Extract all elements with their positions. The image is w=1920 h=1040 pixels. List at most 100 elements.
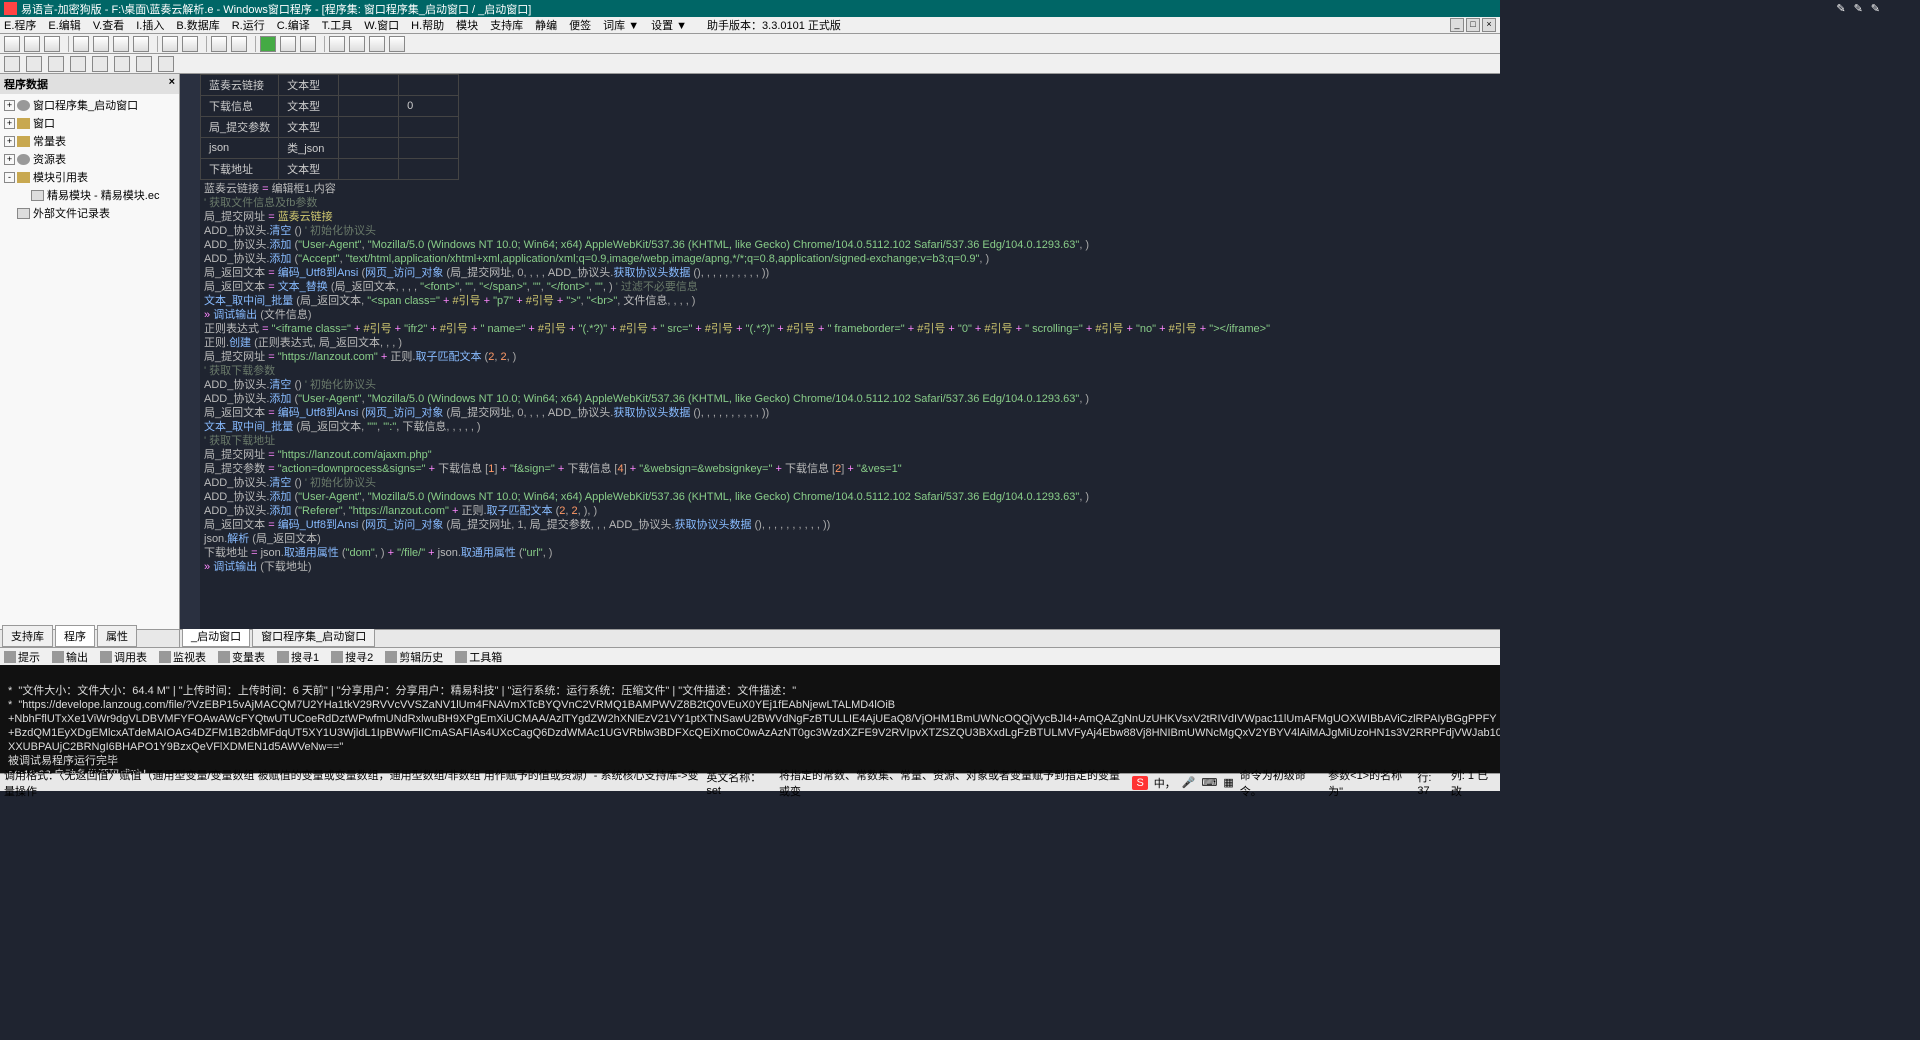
menu-item[interactable]: B.数据库 xyxy=(176,17,219,33)
output-tab[interactable]: 搜寻2 xyxy=(331,649,373,665)
run-icon[interactable] xyxy=(260,36,276,52)
tool-icon[interactable] xyxy=(158,56,174,72)
sidebar-tab[interactable]: 支持库 xyxy=(2,625,53,647)
code-line[interactable]: ADD_协议头.清空 () ' 初始化协议头 xyxy=(200,224,1500,238)
code-line[interactable]: 文本_取中间_批量 (局_返回文本, "'", "':", 下载信息, , , … xyxy=(200,420,1500,434)
tool-icon[interactable] xyxy=(26,56,42,72)
code-line[interactable]: 正则.创建 (正则表达式, 局_返回文本, , , ) xyxy=(200,336,1500,350)
code-line[interactable]: 局_提交参数 = "action=downprocess&signs=" + 下… xyxy=(200,462,1500,476)
code-line[interactable]: 局_提交网址 = "https://lanzout.com" + 正则.取子匹配… xyxy=(200,350,1500,364)
code-line[interactable]: 局_提交网址 = 蓝奏云链接 xyxy=(200,210,1500,224)
undo-icon[interactable] xyxy=(162,36,178,52)
menu-item[interactable]: 模块 xyxy=(456,17,478,33)
save-icon[interactable] xyxy=(44,36,60,52)
output-panel[interactable]: * "文件大小：文件大小：64.4 M" | "上传时间：上传时间：6 天前" … xyxy=(0,665,1500,773)
open-file-icon[interactable] xyxy=(24,36,40,52)
code-line[interactable]: » 调试输出 (文件信息) xyxy=(200,308,1500,322)
code-line[interactable]: 蓝奏云链接 = 编辑框1.内容 xyxy=(200,182,1500,196)
output-tab[interactable]: 工具箱 xyxy=(455,649,502,665)
menu-item[interactable]: H.帮助 xyxy=(411,17,444,33)
code-line[interactable]: ' 获取下载地址 xyxy=(200,434,1500,448)
tree-node[interactable]: +资源表 xyxy=(4,150,175,168)
paste-icon[interactable] xyxy=(113,36,129,52)
menu-item[interactable]: 设置 ▼ xyxy=(651,17,687,33)
sidebar-tab[interactable]: 属性 xyxy=(97,625,137,647)
tree-node[interactable]: 外部文件记录表 xyxy=(4,204,175,222)
code-body[interactable]: 蓝奏云链接 = 编辑框1.内容' 获取文件信息及fb参数局_提交网址 = 蓝奏云… xyxy=(200,180,1500,576)
tree-node[interactable]: +窗口 xyxy=(4,114,175,132)
new-file-icon[interactable] xyxy=(4,36,20,52)
pencil-icon[interactable]: ✎ xyxy=(1871,2,1880,15)
sidebar-tab[interactable]: 程序 xyxy=(55,625,95,647)
pencil-icon[interactable]: ✎ xyxy=(1836,2,1845,15)
project-tree[interactable]: +窗口程序集_启动窗口+窗口+常量表+资源表-模块引用表精易模块 - 精易模块.… xyxy=(0,94,179,224)
code-line[interactable]: 局_返回文本 = 文本_替换 (局_返回文本, , , , "<font>", … xyxy=(200,280,1500,294)
menu-item[interactable]: I.插入 xyxy=(136,17,164,33)
code-editor[interactable]: 蓝奏云链接文本型下载信息文本型0局_提交参数文本型json类_json下载地址文… xyxy=(180,74,1500,629)
tree-node[interactable]: +常量表 xyxy=(4,132,175,150)
step-into-icon[interactable] xyxy=(349,36,365,52)
output-tab[interactable]: 监视表 xyxy=(159,649,206,665)
mic-icon[interactable]: 🎤 xyxy=(1182,776,1196,789)
code-line[interactable]: json.解析 (局_返回文本) xyxy=(200,532,1500,546)
code-line[interactable]: ADD_协议头.添加 ("Accept", "text/html,applica… xyxy=(200,252,1500,266)
step-icon[interactable] xyxy=(329,36,345,52)
var-row[interactable]: 蓝奏云链接文本型 xyxy=(201,75,459,96)
output-tab[interactable]: 搜寻1 xyxy=(277,649,319,665)
menu-item[interactable]: 词库 ▼ xyxy=(603,17,639,33)
var-row[interactable]: json类_json xyxy=(201,138,459,159)
code-line[interactable]: ADD_协议头.添加 ("User-Agent", "Mozilla/5.0 (… xyxy=(200,490,1500,504)
grid-icon[interactable]: ▦ xyxy=(1223,776,1233,789)
keyboard-icon[interactable]: ⌨ xyxy=(1201,776,1217,789)
tool-icon[interactable] xyxy=(136,56,152,72)
tree-node[interactable]: +窗口程序集_启动窗口 xyxy=(4,96,175,114)
menu-item[interactable]: E.程序 xyxy=(4,17,36,33)
code-line[interactable]: 局_返回文本 = 编码_Utf8到Ansi (网页_访问_对象 (局_提交网址,… xyxy=(200,406,1500,420)
menu-item[interactable]: V.查看 xyxy=(93,17,124,33)
pause-icon[interactable] xyxy=(280,36,296,52)
tool-icon[interactable] xyxy=(92,56,108,72)
code-line[interactable]: ADD_协议头.添加 ("User-Agent", "Mozilla/5.0 (… xyxy=(200,238,1500,252)
breakpoint-icon[interactable] xyxy=(389,36,405,52)
tool-icon[interactable] xyxy=(114,56,130,72)
var-row[interactable]: 局_提交参数文本型 xyxy=(201,117,459,138)
menu-item[interactable]: W.窗口 xyxy=(364,17,399,33)
tree-expander-icon[interactable]: + xyxy=(4,136,15,147)
tree-expander-icon[interactable]: + xyxy=(4,154,15,165)
code-line[interactable]: 局_返回文本 = 编码_Utf8到Ansi (网页_访问_对象 (局_提交网址,… xyxy=(200,518,1500,532)
redo-icon[interactable] xyxy=(182,36,198,52)
code-line[interactable]: » 调试输出 (下载地址) xyxy=(200,560,1500,574)
step-out-icon[interactable] xyxy=(369,36,385,52)
menu-item[interactable]: C.编译 xyxy=(277,17,310,33)
output-tab[interactable]: 调用表 xyxy=(100,649,147,665)
tool-icon[interactable] xyxy=(70,56,86,72)
code-line[interactable]: ADD_协议头.添加 ("User-Agent", "Mozilla/5.0 (… xyxy=(200,392,1500,406)
code-line[interactable]: ADD_协议头.清空 () ' 初始化协议头 xyxy=(200,378,1500,392)
menu-item[interactable]: R.运行 xyxy=(232,17,265,33)
tree-expander-icon[interactable]: + xyxy=(4,118,15,129)
ime-indicator[interactable]: S xyxy=(1132,776,1147,790)
code-line[interactable]: ADD_协议头.清空 () ' 初始化协议头 xyxy=(200,476,1500,490)
copy-icon[interactable] xyxy=(93,36,109,52)
output-tab[interactable]: 输出 xyxy=(52,649,88,665)
tree-expander-icon[interactable]: + xyxy=(4,100,15,111)
code-line[interactable]: 局_提交网址 = "https://lanzout.com/ajaxm.php" xyxy=(200,448,1500,462)
code-line[interactable]: ADD_协议头.添加 ("Referer", "https://lanzout.… xyxy=(200,504,1500,518)
search-icon[interactable] xyxy=(211,36,227,52)
code-line[interactable]: ' 获取下载参数 xyxy=(200,364,1500,378)
stop-icon[interactable] xyxy=(300,36,316,52)
close-icon[interactable]: × xyxy=(169,76,175,92)
tree-node[interactable]: 精易模块 - 精易模块.ec xyxy=(18,186,175,204)
var-row[interactable]: 下载地址文本型 xyxy=(201,159,459,180)
close-button[interactable]: × xyxy=(1482,18,1496,32)
code-line[interactable]: 文本_取中间_批量 (局_返回文本, "<span class=" + #引号 … xyxy=(200,294,1500,308)
tree-expander-icon[interactable]: - xyxy=(4,172,15,183)
output-tab[interactable]: 提示 xyxy=(4,649,40,665)
comment-icon[interactable] xyxy=(231,36,247,52)
maximize-button[interactable]: □ xyxy=(1466,18,1480,32)
output-tab[interactable]: 变量表 xyxy=(218,649,265,665)
code-line[interactable]: 下载地址 = json.取通用属性 ("dom", ) + "/file/" +… xyxy=(200,546,1500,560)
code-line[interactable]: 局_返回文本 = 编码_Utf8到Ansi (网页_访问_对象 (局_提交网址,… xyxy=(200,266,1500,280)
tool-icon[interactable] xyxy=(48,56,64,72)
minimize-button[interactable]: _ xyxy=(1450,18,1464,32)
